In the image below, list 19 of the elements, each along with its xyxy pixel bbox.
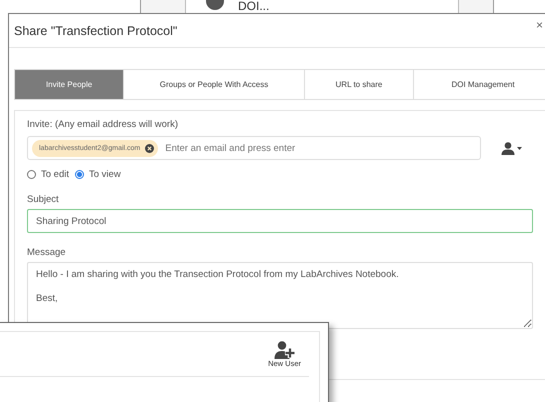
message-field[interactable]: Hello - I am sharing with you the Transection Protocol from my LabArchives Notebook. Best, — [27, 262, 533, 329]
person-icon — [501, 142, 515, 154]
doi-label: DOI... — [238, 0, 270, 13]
message-label: Message — [27, 247, 67, 258]
dialog-title: Share "Transfection Protocol" — [14, 24, 178, 38]
subject-label: Subject — [27, 194, 60, 205]
add-user-icon — [274, 340, 296, 358]
contacts-dropdown-button[interactable] — [501, 142, 522, 154]
remove-icon[interactable] — [145, 144, 154, 152]
invite-label: Invite: (Any email address will work) — [27, 119, 179, 130]
radio-icon[interactable] — [75, 170, 84, 179]
permission-radio[interactable]: To edit — [27, 169, 69, 180]
avatar-icon — [206, 0, 224, 10]
permission-radio[interactable]: To view — [75, 169, 121, 180]
caret-icon — [517, 146, 522, 150]
tab[interactable]: Invite People — [15, 70, 124, 99]
close-button[interactable]: × — [536, 18, 543, 32]
subject-field[interactable]: Sharing Protocol — [27, 209, 533, 233]
radio-icon[interactable] — [27, 170, 36, 179]
